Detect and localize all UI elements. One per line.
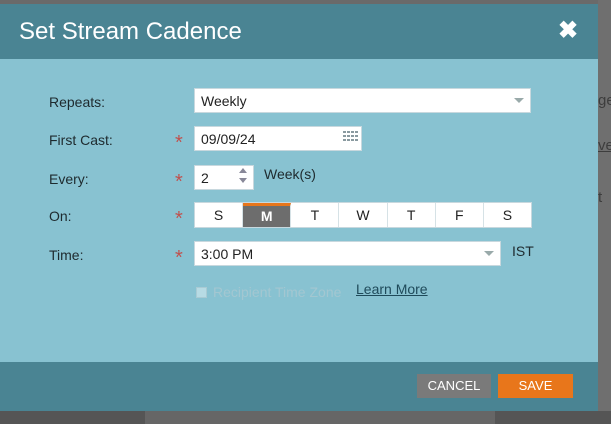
day-button-wednesday[interactable]: W [339,203,388,227]
repeats-select[interactable]: Weekly [194,88,531,113]
repeats-value: Weekly [201,93,247,109]
calendar-icon[interactable] [343,131,358,145]
backdrop-text: ge [598,92,611,109]
required-marker: * [175,208,183,230]
cancel-button[interactable]: CANCEL [417,374,491,398]
increment-icon[interactable] [239,168,247,173]
first-cast-label: First Cast: [49,132,113,148]
chevron-down-icon [514,98,524,103]
every-stepper[interactable] [236,166,252,186]
backdrop-text: t [598,189,603,206]
required-marker: * [175,132,183,154]
decrement-icon[interactable] [239,178,247,183]
chevron-down-icon [484,251,494,256]
learn-more-link[interactable]: Learn More [356,281,428,297]
every-value: 2 [201,170,209,186]
close-icon[interactable]: ✖ [556,18,580,44]
on-label: On: [49,208,72,224]
dialog-header: Set Stream Cadence ✖ [0,4,598,59]
time-label: Time: [49,247,84,263]
backdrop-text: ve [598,137,611,154]
day-button-tuesday[interactable]: T [291,203,340,227]
every-unit: Week(s) [264,166,316,182]
time-zone-label: IST [512,243,534,259]
recipient-time-zone-label: Recipient Time Zone [213,284,342,300]
dialog-footer: CANCEL SAVE [0,362,598,411]
dialog-title: Set Stream Cadence [19,18,242,45]
set-stream-cadence-dialog: Set Stream Cadence ✖ Repeats: Weekly Fir… [0,4,598,411]
day-button-monday[interactable]: M [243,203,292,227]
save-button[interactable]: SAVE [498,374,573,398]
first-cast-date-input[interactable]: 09/09/24 [194,126,362,151]
day-selector: S M T W T F S [194,202,532,228]
backdrop-bottom-bar [145,411,495,424]
day-button-friday[interactable]: F [436,203,484,227]
time-value: 3:00 PM [201,246,254,262]
every-label: Every: [49,171,89,187]
required-marker: * [175,247,183,269]
required-marker: * [175,171,183,193]
recipient-time-zone-checkbox[interactable] [196,287,207,298]
time-select[interactable]: 3:00 PM [194,241,501,266]
repeats-label: Repeats: [49,94,106,110]
day-button-thursday[interactable]: T [388,203,436,227]
day-button-saturday[interactable]: S [484,203,531,227]
day-button-sunday[interactable]: S [195,203,244,227]
backdrop-right [598,0,611,424]
first-cast-value: 09/09/24 [201,131,256,147]
